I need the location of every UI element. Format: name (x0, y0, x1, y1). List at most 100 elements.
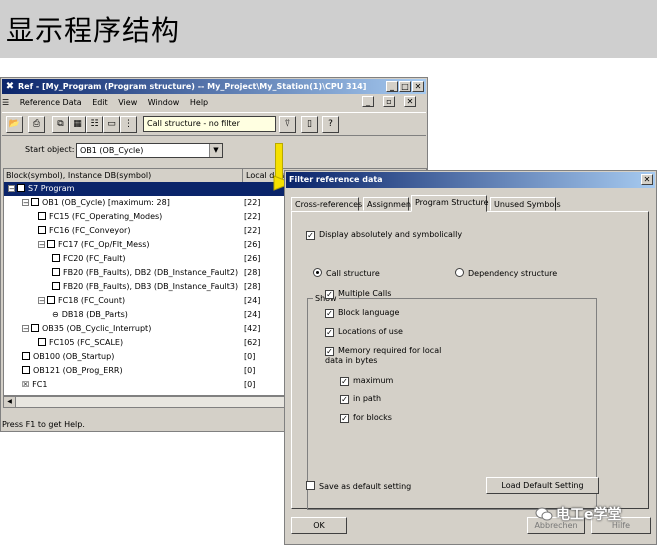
column-header-block[interactable]: Block(symbol), Instance DB(symbol) (6, 169, 151, 182)
for-blocks-checkbox[interactable]: ✓ (340, 414, 349, 423)
locations-of-use-checkbox[interactable]: ✓ (325, 328, 334, 337)
tab-unused-symbols[interactable]: Unused Symbols (490, 197, 561, 211)
watermark: 电工e学堂 (535, 504, 622, 524)
save-default-label: Save as default setting (319, 482, 412, 491)
window-title: Ref - [My_Program (Program structure) --… (18, 82, 367, 91)
dependency-structure-radio[interactable] (455, 268, 464, 277)
close-button[interactable]: ✕ (412, 81, 424, 92)
block-icon (38, 338, 46, 346)
filter-dialog: Filter reference data ✕ Cross-references… (284, 170, 657, 545)
display-abs-sym-option[interactable]: ✓ Display absolutely and symbolically (306, 230, 462, 240)
tab-cross-references[interactable]: Cross-references (291, 197, 362, 211)
block-icon (52, 254, 60, 262)
window-icon[interactable]: ▯ (301, 116, 318, 133)
program-structure-panel: ✓Display absolutely and symbolically Sho… (291, 211, 649, 510)
tree-row-label: − FC17 (FC_Op/Flt_Mess) (38, 238, 150, 252)
local-data-value: [22] (244, 198, 261, 207)
collapse-icon[interactable]: − (22, 325, 29, 333)
local-data-value: [0] (244, 366, 256, 375)
print-icon[interactable]: ⎙ (28, 116, 45, 133)
display-abs-sym-label: Display absolutely and symbolically (319, 230, 463, 239)
table-icon[interactable]: ▦ (69, 116, 86, 133)
toolbar: 📂 ⎙ ⧉ ▦ ☷ ▭ ⋮ Call structure - no filter… (2, 112, 426, 136)
menu-view[interactable]: View (118, 98, 137, 107)
block-language-option[interactable]: ✓ Block language (325, 308, 399, 318)
tree-row-label: − OB1 (OB_Cycle) [maximum: 28] (22, 196, 170, 210)
tree-row-text: FC16 (FC_Conveyor) (49, 226, 131, 235)
filter-icon[interactable]: ⍢ (279, 116, 296, 133)
locations-of-use-option[interactable]: ✓ Locations of use (325, 327, 403, 337)
wechat-icon (535, 507, 553, 521)
help-icon[interactable]: ? (322, 116, 339, 133)
tree-row-text: OB100 (OB_Startup) (33, 352, 115, 361)
save-default-checkbox[interactable] (306, 481, 315, 490)
maximum-checkbox[interactable]: ✓ (340, 377, 349, 386)
maximize-button[interactable]: □ (399, 81, 411, 92)
tree-row-label: OB100 (OB_Startup) (22, 350, 114, 364)
child-close-button[interactable]: ✕ (404, 96, 416, 107)
banner-title: 显示程序结构 (6, 14, 181, 47)
load-default-button[interactable]: Load Default Setting (486, 477, 599, 494)
window-titlebar: ✖ Ref - [My_Program (Program structure) -… (2, 79, 426, 94)
tree-icon[interactable]: ☷ (86, 116, 103, 133)
maximum-option[interactable]: ✓ maximum (340, 376, 393, 386)
display-abs-sym-checkbox[interactable]: ✓ (306, 231, 315, 240)
tree-row-text: OB121 (OB_Prog_ERR) (33, 366, 123, 375)
menu-help[interactable]: Help (190, 98, 208, 107)
display-icon[interactable]: ▭ (103, 116, 120, 133)
tab-assignment[interactable]: Assignment (363, 197, 414, 211)
collapse-icon[interactable]: − (38, 241, 45, 249)
collapse-icon[interactable]: − (22, 199, 29, 207)
dialog-close-button[interactable]: ✕ (641, 174, 653, 185)
tree-row-text: DB18 (DB_Parts) (61, 310, 128, 319)
block-icon (22, 352, 30, 360)
block-icon (17, 184, 25, 192)
block-icon (52, 268, 60, 276)
start-object-select[interactable]: OB1 (OB_Cycle) ▼ (76, 143, 223, 158)
open-icon[interactable]: 📂 (6, 116, 23, 133)
tree-row-label: FC15 (FC_Operating_Modes) (38, 210, 162, 224)
tree-row-text: FC18 (FC_Count) (58, 296, 126, 305)
multiple-calls-option[interactable]: ✓ Multiple Calls (325, 289, 391, 299)
address-icon[interactable]: ⋮ (120, 116, 137, 133)
dependency-structure-option[interactable]: Dependency structure (455, 268, 557, 279)
unused-block-icon: ☒ (22, 380, 30, 389)
local-data-value: [26] (244, 254, 261, 263)
in-path-checkbox[interactable]: ✓ (340, 395, 349, 404)
memory-required-option[interactable]: ✓ Memory required for local data in bytes (325, 346, 455, 366)
local-data-value: [0] (244, 380, 256, 389)
multiple-calls-label: Multiple Calls (338, 289, 392, 298)
scroll-left-icon[interactable]: ◀ (4, 397, 16, 407)
for-blocks-label: for blocks (353, 413, 392, 422)
app-icon: ✖ (5, 81, 15, 92)
multiple-calls-checkbox[interactable]: ✓ (325, 290, 334, 299)
start-object-row: Start object: OB1 (OB_Cycle) ▼ (1, 140, 427, 160)
maximum-label: maximum (353, 376, 394, 385)
save-default-option[interactable]: Save as default setting (306, 481, 411, 492)
menu-reference-data[interactable]: Reference Data (20, 98, 82, 107)
copy-icon[interactable]: ⧉ (52, 116, 69, 133)
child-restore-button[interactable]: ▫ (383, 96, 395, 107)
filter-display: Call structure - no filter (143, 116, 276, 132)
menu-window[interactable]: Window (148, 98, 180, 107)
menu-edit[interactable]: Edit (92, 98, 108, 107)
tree-row-label: − FC18 (FC_Count) (38, 294, 125, 308)
tab-program-structure[interactable]: Program Structure (411, 195, 489, 212)
memory-required-checkbox[interactable]: ✓ (325, 347, 334, 356)
chevron-down-icon[interactable]: ▼ (209, 144, 222, 157)
call-structure-radio[interactable] (313, 268, 322, 277)
block-icon (31, 324, 39, 332)
tree-row-text: OB1 (OB_Cycle) [maximum: 28] (42, 198, 170, 207)
collapse-icon[interactable]: − (8, 185, 15, 193)
minimize-button[interactable]: _ (386, 81, 398, 92)
block-icon (31, 198, 39, 206)
in-path-option[interactable]: ✓ in path (340, 394, 381, 404)
ok-button[interactable]: OK (291, 517, 347, 534)
tree-row-text: FC1 (32, 380, 48, 389)
local-data-value: [28] (244, 268, 261, 277)
collapse-icon[interactable]: − (38, 297, 45, 305)
call-structure-option[interactable]: Call structure (313, 268, 380, 279)
block-language-checkbox[interactable]: ✓ (325, 309, 334, 318)
for-blocks-option[interactable]: ✓ for blocks (340, 413, 392, 423)
child-minimize-button[interactable]: _ (362, 96, 374, 107)
